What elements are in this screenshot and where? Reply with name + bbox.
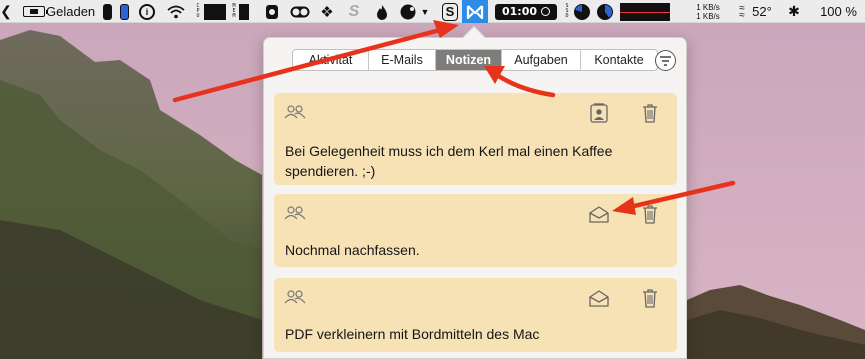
mem-icon: MEM — [232, 3, 236, 19]
battery-percent[interactable]: 100 % — [812, 0, 865, 23]
tab-notizen[interactable]: Notizen — [436, 50, 502, 70]
battery-icon[interactable] — [20, 0, 48, 23]
wifi-icon[interactable] — [166, 0, 186, 23]
dropdown-icon[interactable]: ▼ — [420, 0, 430, 23]
tab-kontakte[interactable]: Kontakte — [581, 50, 657, 70]
note-item[interactable]: PDF verkleinern mit Bordmitteln des Mac — [274, 278, 677, 352]
ssd-icon: SSD — [565, 3, 569, 19]
tab-bar: Aktivität E-Mails Notizen Aufgaben Konta… — [292, 49, 658, 71]
envelope-icon[interactable] — [588, 204, 610, 224]
net-up-rate: 1 KB/s — [696, 2, 720, 12]
trash-icon[interactable] — [641, 287, 659, 309]
tab-aufgaben[interactable]: Aufgaben — [502, 50, 581, 70]
mailbutler-popover: Aktivität E-Mails Notizen Aufgaben Konta… — [263, 37, 687, 359]
s-icon[interactable]: S — [344, 0, 364, 23]
usb-icon[interactable] — [101, 0, 113, 23]
chevron-icon[interactable]: ❮ — [0, 0, 12, 23]
temperature-value[interactable]: 52° — [749, 0, 775, 23]
note-text: Nochmal nachfassen. — [285, 242, 420, 258]
info-icon[interactable]: i — [137, 0, 157, 23]
scrivener-icon[interactable]: S — [440, 0, 460, 23]
timer-value: 01:00 — [501, 5, 537, 18]
bluetooth-icon[interactable]: ✱ — [787, 0, 801, 23]
tab-aktivitaet[interactable]: Aktivität — [293, 50, 369, 70]
note-text: Bei Gelegenheit muss ich dem Kerl mal ei… — [285, 143, 613, 179]
filter-button[interactable] — [655, 50, 676, 71]
mem-pie-icon[interactable] — [596, 0, 614, 23]
network-rates[interactable]: 1 KB/s 1 KB/s — [682, 0, 734, 23]
envelope-icon[interactable] — [588, 288, 610, 308]
cpu-icon: CPU — [196, 3, 200, 19]
mailbutler-icon[interactable] — [462, 0, 488, 23]
people-icon[interactable] — [284, 204, 306, 222]
trash-icon[interactable] — [641, 203, 659, 225]
note-item[interactable]: Nochmal nachfassen. — [274, 194, 677, 267]
toggle-icon[interactable] — [289, 0, 311, 23]
timer-widget[interactable]: 01:00 — [495, 0, 557, 23]
filter-icon — [660, 55, 671, 66]
pill-icon[interactable] — [118, 0, 130, 23]
dropbox-icon[interactable]: ❖ — [319, 0, 335, 23]
note-item[interactable]: Bei Gelegenheit muss ich dem Kerl mal ei… — [274, 93, 677, 185]
network-graph-icon[interactable] — [620, 0, 670, 23]
net-down-rate: 1 KB/s — [696, 11, 720, 21]
people-icon[interactable] — [284, 288, 306, 306]
flame-icon[interactable] — [374, 0, 390, 23]
rotate-icon[interactable] — [264, 0, 280, 23]
tab-emails[interactable]: E-Mails — [369, 50, 436, 70]
menu-bar: ❮ Geladen i CPU MEM ❖ S ▼ S 01:00 SSD 1 … — [0, 0, 865, 23]
cpu-pie-icon[interactable] — [573, 0, 591, 23]
fan-icon[interactable]: ≈ ≈ — [737, 0, 747, 23]
trash-icon[interactable] — [641, 102, 659, 124]
timer-icon — [541, 7, 550, 16]
contact-card-icon[interactable] — [589, 102, 609, 124]
people-icon[interactable] — [284, 103, 306, 121]
theme-icon[interactable] — [399, 0, 417, 23]
mem-bar[interactable] — [238, 0, 250, 23]
cpu-graph[interactable] — [203, 0, 227, 23]
battery-status-label[interactable]: Geladen — [46, 0, 96, 23]
note-text: PDF verkleinern mit Bordmitteln des Mac — [285, 326, 540, 342]
